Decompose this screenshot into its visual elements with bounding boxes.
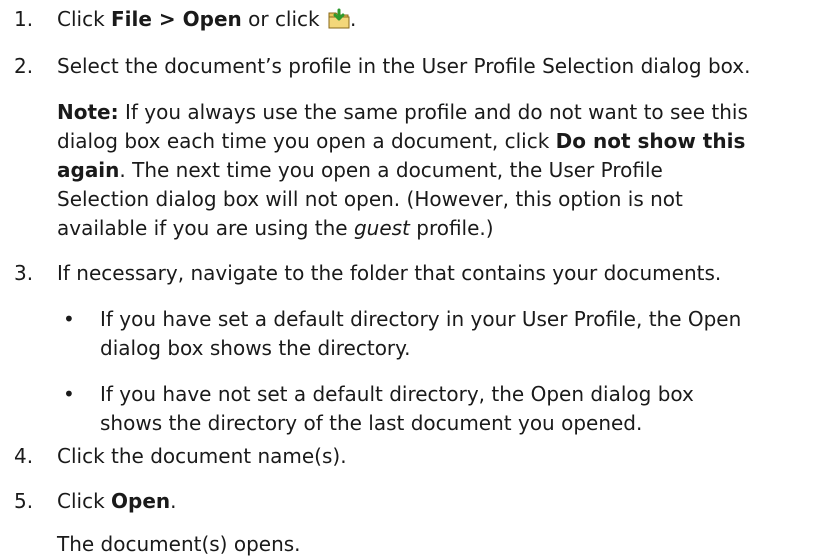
step-number: 4. <box>14 444 34 468</box>
step-text: Click Open. <box>57 489 177 513</box>
instructions-document: 1. Click File > Open or click . 2. Selec… <box>0 0 827 559</box>
open-command: Open <box>111 489 171 513</box>
step-text: Click File > Open or click . <box>57 7 357 31</box>
step-number: 2. <box>14 54 34 78</box>
note-block: Note: If you always use the same profile… <box>57 100 748 240</box>
do-not-show-option: Do not show this <box>555 129 746 153</box>
result-text: The document(s) opens. <box>57 532 301 556</box>
menu-path: File > Open <box>111 7 242 31</box>
step-number: 5. <box>14 489 34 513</box>
step-number: 3. <box>14 261 34 285</box>
step-number: 1. <box>14 7 34 31</box>
step-text: Click the document name(s). <box>57 444 347 468</box>
note-label: Note: <box>57 100 119 124</box>
bullet-icon: • <box>63 382 75 406</box>
bullet-icon: • <box>63 307 75 331</box>
step-text: Select the document’s profile in the Use… <box>57 54 751 78</box>
guest-profile-term: guest <box>353 216 410 240</box>
step-text: If necessary, navigate to the folder tha… <box>57 261 722 285</box>
open-folder-icon <box>328 8 350 30</box>
